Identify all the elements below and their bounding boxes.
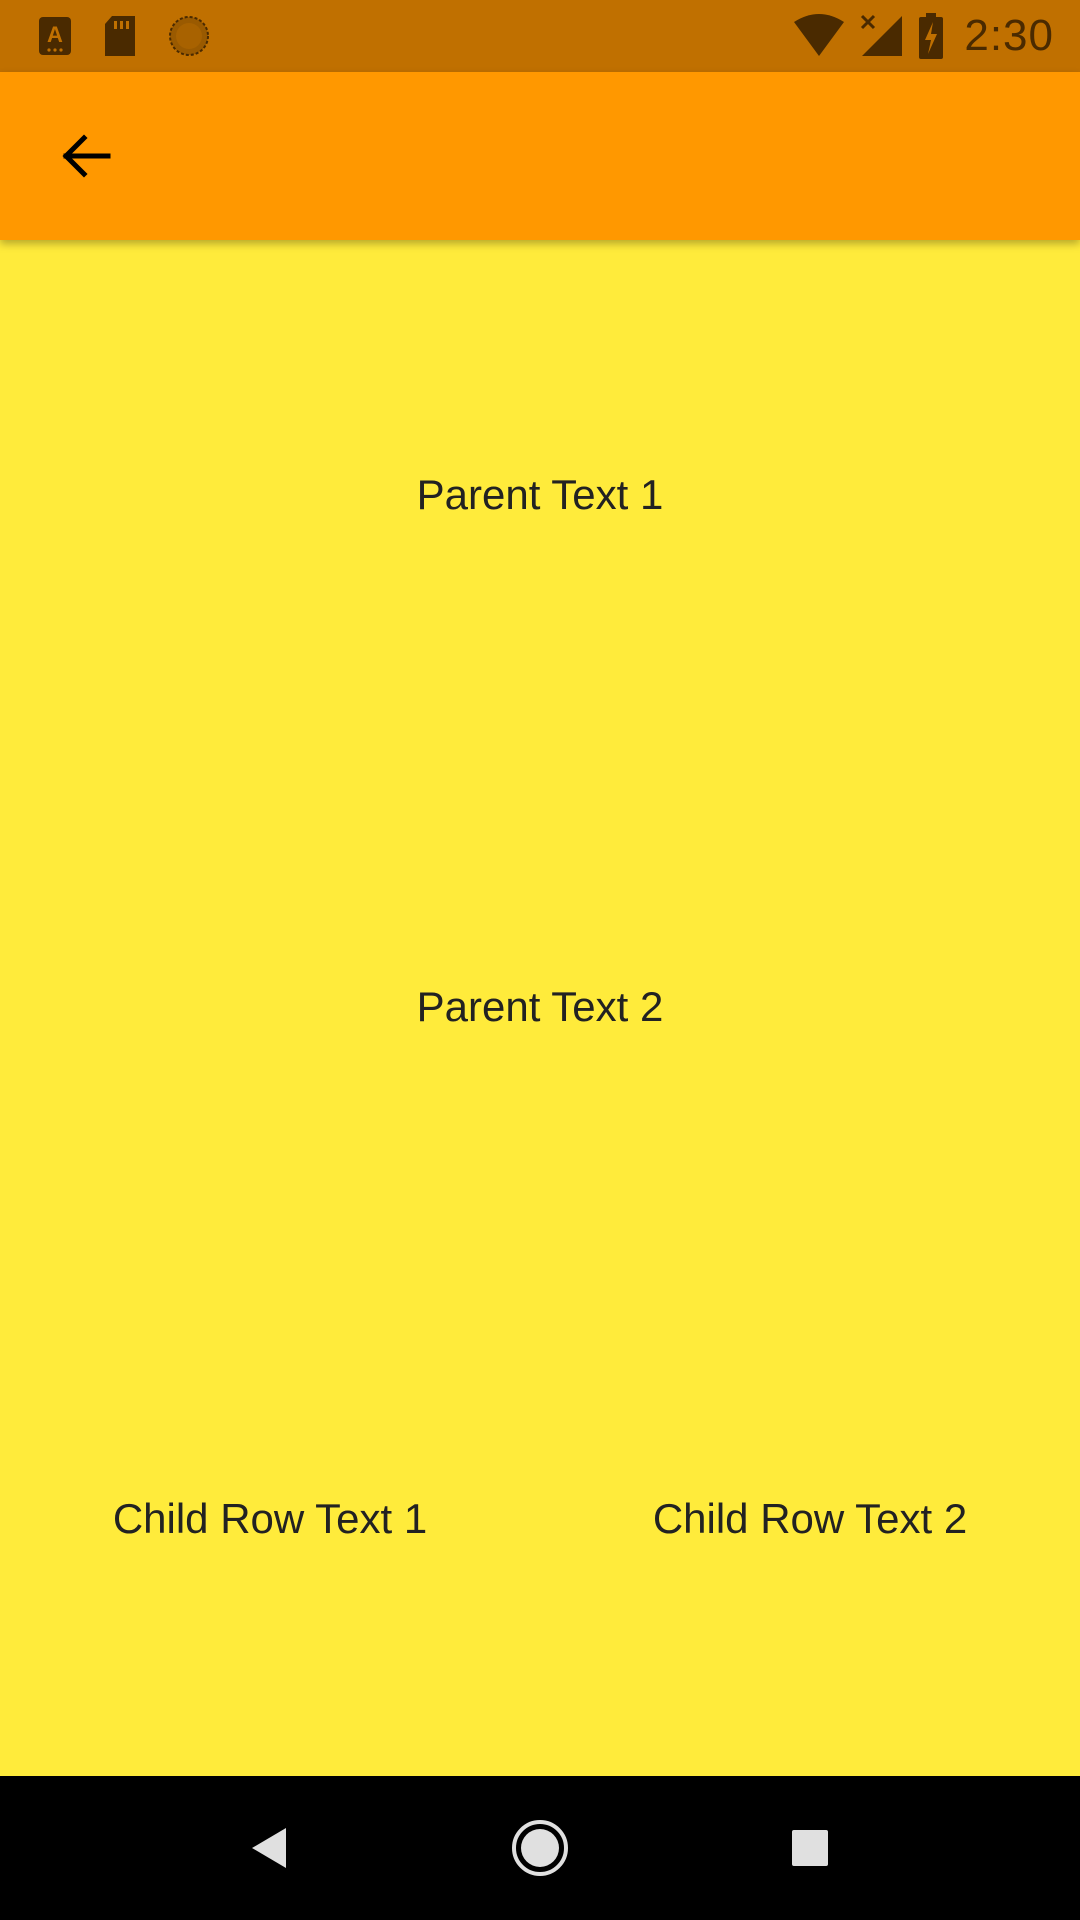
back-triangle-icon <box>248 1826 292 1870</box>
navigation-bar <box>0 1776 1080 1920</box>
cell-signal-off-icon <box>860 14 904 58</box>
content-area: Parent Text 1 Parent Text 2 Child Row Te… <box>0 240 1080 1776</box>
child-row-text-2: Child Row Text 2 <box>652 1495 968 1542</box>
screen: A 2:30 Parent Text 1 Parent Text 2 Child… <box>0 0 1080 1920</box>
back-button[interactable] <box>40 110 132 202</box>
battery-charging-icon <box>918 13 944 59</box>
status-left-icons: A <box>38 14 240 58</box>
nav-home-button[interactable] <box>504 1812 576 1884</box>
status-time: 2:30 <box>964 11 1054 60</box>
font-notification-icon: A <box>38 16 72 56</box>
parent-text-2: Parent Text 2 <box>416 983 664 1030</box>
parent-text-1: Parent Text 1 <box>416 471 664 518</box>
sd-card-icon <box>102 15 138 57</box>
app-bar <box>0 72 1080 240</box>
arrow-back-icon <box>60 130 112 182</box>
wifi-icon <box>792 14 846 58</box>
status-right-icons: 2:30 <box>792 0 1054 72</box>
svg-text:A: A <box>47 22 63 47</box>
home-circle-icon <box>510 1818 570 1878</box>
status-bar: A 2:30 <box>0 0 1080 72</box>
nav-back-button[interactable] <box>234 1812 306 1884</box>
recents-square-icon <box>790 1828 830 1868</box>
nav-recents-button[interactable] <box>774 1812 846 1884</box>
sync-circle-icon <box>168 15 210 57</box>
child-row-text-1: Child Row Text 1 <box>112 1495 428 1542</box>
